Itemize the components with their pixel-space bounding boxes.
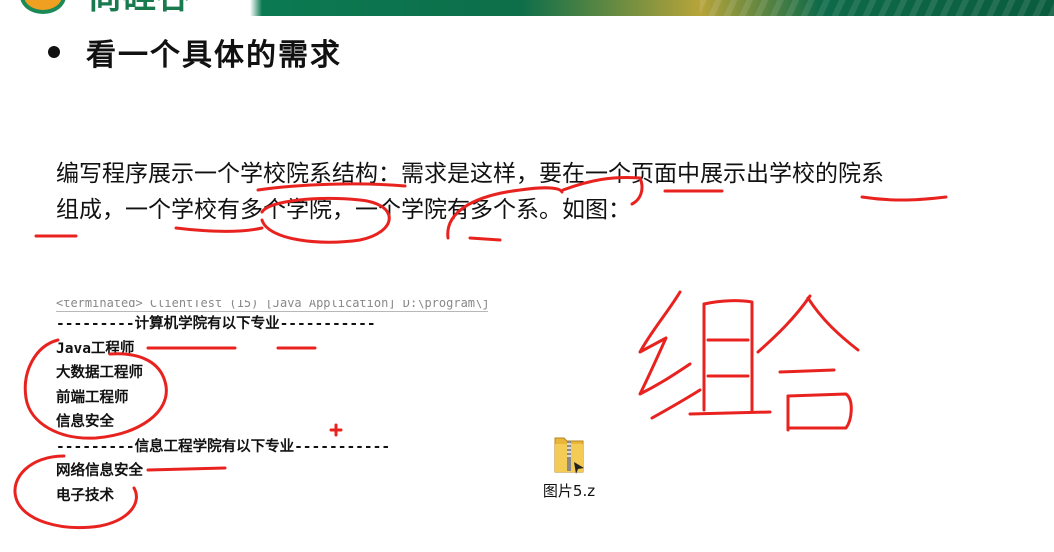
console-line-college-2: ---------信息工程学院有以下专业----------- <box>56 438 391 455</box>
course-banner: 尚硅谷 <box>0 0 1054 16</box>
console-line-netsec: 网络信息安全 <box>56 463 143 479</box>
banner-stripes <box>700 0 1054 16</box>
file-name: 图片5.z <box>542 482 596 500</box>
paragraph-line-1: 编写程序展示一个学校院系结构：需求是这样，要在一个页面中展示出学校的院系 <box>56 161 884 187</box>
console-output: <terminated> ClientTest (15) [Java Appli… <box>56 300 488 540</box>
console-line-electronics: 电子技术 <box>56 487 114 504</box>
requirement-paragraph: 编写程序展示一个学校院系结构：需求是这样，要在一个页面中展示出学校的院系 组成，… <box>56 156 1036 228</box>
console-line-college-1: ---------计算机学院有以下专业----------- <box>56 316 376 332</box>
slide-heading: 看一个具体的需求 <box>48 30 342 74</box>
zip-folder-icon <box>552 432 586 474</box>
bullet-icon <box>48 46 60 58</box>
console-line-frontend: 前端工程师 <box>56 389 129 406</box>
console-line-java: Java工程师 <box>56 340 135 357</box>
console-header: <terminated> ClientTest (15) [Java Appli… <box>56 300 488 312</box>
logo-text: 尚硅谷 <box>88 0 190 14</box>
paragraph-line-2: 组成，一个学校有多个学院，一个学院有多个系。如图： <box>56 197 631 223</box>
console-line-infosec: 信息安全 <box>56 414 114 430</box>
heading-text: 看一个具体的需求 <box>86 38 342 73</box>
desktop-file[interactable]: 图片5.z <box>530 432 608 501</box>
logo-icon <box>20 0 66 14</box>
console-line-bigdata: 大数据工程师 <box>56 365 143 381</box>
